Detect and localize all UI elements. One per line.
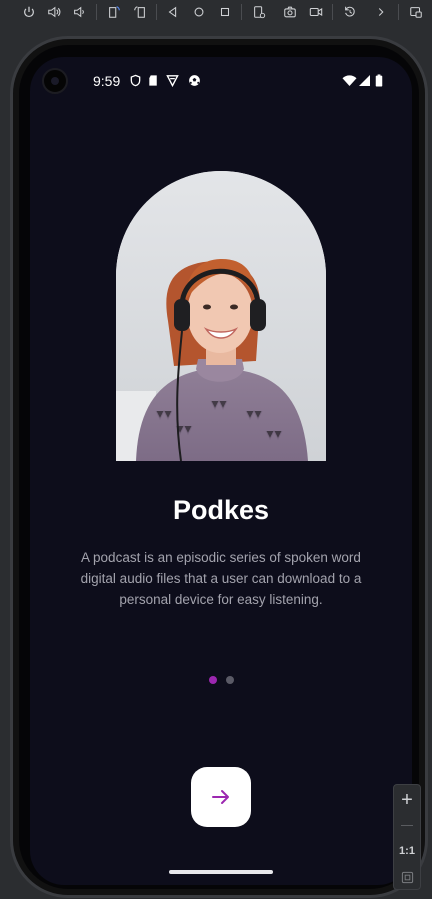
- emulator-toolbar: [0, 0, 432, 24]
- page-dot-inactive[interactable]: [225, 676, 234, 684]
- signal-icon: [358, 74, 371, 87]
- page-dot-active[interactable]: [208, 676, 217, 684]
- volume-up-icon[interactable]: [45, 3, 63, 21]
- front-camera: [42, 68, 68, 94]
- overview-icon[interactable]: [216, 3, 234, 21]
- device-screen: 9:59 Podkes A podcast is an episodic ser…: [30, 57, 412, 885]
- zoom-panel: + 1:1: [393, 784, 421, 890]
- next-button[interactable]: [191, 767, 251, 827]
- volume-down-icon[interactable]: [70, 3, 88, 21]
- rotate-left-icon[interactable]: [105, 3, 123, 21]
- device-settings-icon[interactable]: [250, 3, 268, 21]
- podcast-listener-image: [116, 171, 326, 461]
- onboarding-description: A podcast is an episodic series of spoke…: [80, 550, 362, 607]
- wifi-icon: [342, 74, 357, 87]
- home-icon[interactable]: [190, 3, 208, 21]
- rotate-right-icon[interactable]: [131, 3, 149, 21]
- back-icon[interactable]: [164, 3, 182, 21]
- shield-icon: [129, 74, 142, 87]
- screen-record-icon[interactable]: [307, 3, 325, 21]
- onboarding-title: Podkes: [172, 495, 270, 525]
- battery-icon: [374, 74, 383, 87]
- onboarding-illustration: [116, 171, 326, 461]
- vpn-icon: [166, 74, 179, 87]
- window-icon[interactable]: [407, 3, 425, 21]
- fit-screen-icon[interactable]: [394, 867, 420, 887]
- sd-card-icon: [147, 74, 160, 87]
- power-icon[interactable]: [20, 3, 38, 21]
- status-time: 9:59: [93, 73, 121, 89]
- zoom-in-button[interactable]: +: [394, 787, 420, 813]
- arrow-right-icon: [212, 790, 229, 804]
- more-icon[interactable]: [372, 3, 390, 21]
- snapshot-icon[interactable]: [341, 3, 359, 21]
- page-indicator: [30, 676, 412, 684]
- zoom-divider: [401, 825, 413, 826]
- gesture-home-bar[interactable]: [169, 870, 273, 874]
- screenshot-icon[interactable]: [281, 3, 299, 21]
- zoom-ratio-button[interactable]: 1:1: [394, 841, 420, 861]
- soccer-icon: [188, 74, 201, 87]
